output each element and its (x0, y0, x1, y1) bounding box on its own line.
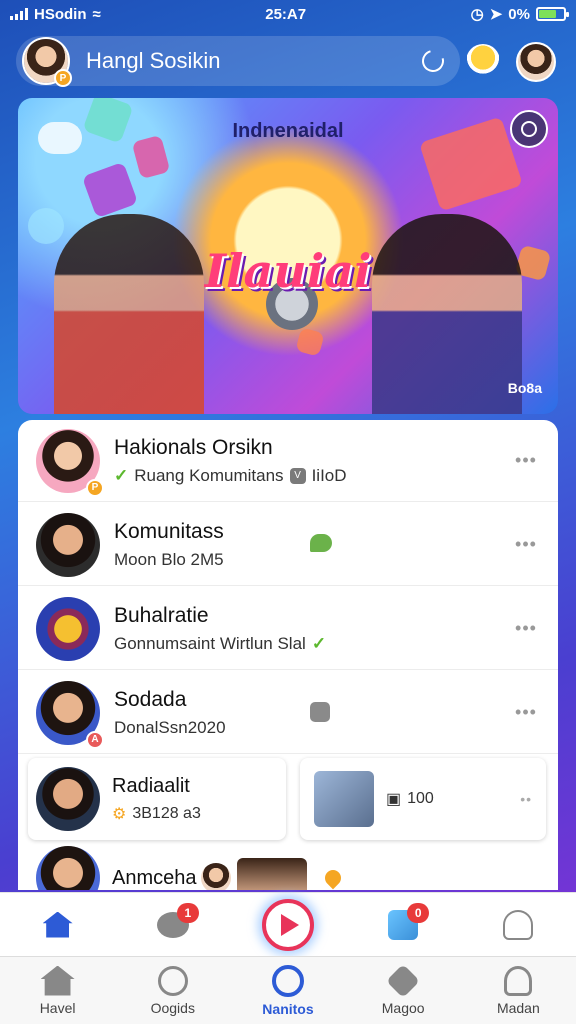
tab-label: Madan (496, 999, 540, 1016)
chat-count-badge: 1 (176, 902, 199, 923)
music-count-badge: 0 (407, 902, 430, 923)
list-card-left[interactable]: Radiaalit ⚙ 3B128 a3 (28, 758, 286, 840)
walk-icon: ⚙ (112, 805, 127, 823)
list-title: Anmceha (112, 866, 197, 889)
hero-banner[interactable]: Indnenaidal Ilauiai Bo8a (18, 98, 558, 414)
list-subtitle: Ruang Komumitans (134, 465, 284, 485)
card-title: Radiaalit (112, 774, 190, 797)
carrier-name: HSodin (34, 5, 87, 23)
status-right: ◷ ➤ 0% (470, 5, 569, 23)
chat-button[interactable]: 1 (143, 897, 203, 953)
tab-home[interactable]: Havel (13, 965, 103, 1016)
user-avatar[interactable]: P (22, 37, 72, 87)
list-item[interactable]: P Hakionals Orsikn ✓ Ruang Komumitans V … (18, 420, 558, 502)
clock-icon: ◷ (470, 6, 484, 23)
status-left: HSodin ≈ (10, 6, 101, 23)
list-item[interactable]: A Sodada DonalSsn2020 ••• (18, 672, 558, 754)
more-icon[interactable]: ••• (506, 702, 546, 723)
avatar-badge: A (86, 730, 104, 749)
list-subtitle: Moon Blo 2M5 (114, 549, 224, 569)
list-subtitle: DonalSsn2020 (114, 717, 226, 737)
shield-icon (310, 702, 330, 722)
bulb-icon[interactable] (466, 44, 500, 78)
profile-avatar[interactable] (516, 42, 556, 82)
tab-map[interactable]: Magoo (358, 963, 448, 1016)
home-icon (42, 911, 73, 938)
more-icon[interactable]: ••• (506, 618, 546, 639)
doc-icon: ▣ (386, 791, 402, 808)
more-icon[interactable]: •• (520, 791, 532, 807)
tab-bar: Havel Oogids Nanitos Magoo Madan (0, 956, 576, 1024)
location-arrow-icon: ➤ (489, 6, 503, 23)
list-subtitle: Gonnumsaint Wirtlun Slal (114, 633, 306, 653)
header-bar[interactable]: P Hangl Sosikin (16, 36, 460, 87)
list-avatar (36, 512, 100, 577)
chat-bubble-icon (310, 534, 332, 552)
status-bar: HSodin ≈ 25:A7 ◷ ➤ 0% (0, 0, 576, 28)
hero-subtitle: Indnenaidal (232, 120, 344, 142)
card-thumbnail (314, 771, 374, 827)
list-item[interactable]: Buhalratie Gonnumsaint Wirtlun Slal ✓ ••… (18, 588, 558, 670)
tab-label: Nanitos (262, 1000, 314, 1017)
decoration-shape (81, 161, 139, 219)
tab-label: Havel (39, 999, 76, 1016)
battery-icon (535, 7, 569, 21)
wifi-icon: ≈ (92, 5, 101, 23)
profile-button[interactable] (488, 897, 548, 953)
more-icon[interactable]: ••• (506, 534, 546, 555)
hero-people-left (54, 214, 204, 414)
search-icon (157, 965, 188, 996)
verified-icon: ✓ (114, 465, 129, 485)
tab-profile[interactable]: Madan (473, 965, 563, 1016)
header-title: Hangl Sosikin (86, 48, 221, 73)
bottom-actions: 1 0 (0, 892, 576, 956)
mini-avatar (200, 863, 231, 890)
location-icon (321, 866, 344, 890)
hero-people-right (372, 214, 522, 414)
list-subtitle-tail: IiIoD (311, 465, 347, 485)
map-icon (386, 963, 421, 998)
bubble-decoration (28, 208, 64, 244)
list-title: Hakionals Orsikn (114, 435, 273, 459)
header: P Hangl Sosikin (0, 30, 576, 96)
card-subtitle: 100 (407, 790, 434, 807)
list-title: Buhalratie (114, 603, 209, 627)
status-time: 25:A7 (265, 5, 307, 23)
hero-action-icon[interactable] (510, 110, 548, 148)
avatar-status-badge: P (54, 69, 72, 87)
play-button[interactable] (258, 897, 318, 953)
battery-percent: 0% (508, 5, 530, 23)
signal-icon (10, 8, 28, 20)
list-item[interactable]: Anmceha (18, 846, 558, 890)
card-avatar (36, 767, 100, 831)
music-button[interactable]: 0 (373, 897, 433, 953)
user-icon (504, 965, 533, 996)
tab-label: Magoo (381, 999, 425, 1016)
user-icon (503, 909, 534, 940)
list-avatar: P (36, 428, 104, 497)
home-icon (40, 965, 75, 996)
avatar-badge: P (86, 478, 104, 497)
list-avatar (36, 596, 100, 661)
more-icon[interactable]: ••• (506, 450, 546, 471)
home-button[interactable] (28, 897, 88, 953)
decoration-shape (295, 327, 325, 357)
tab-search[interactable]: Oogids (128, 965, 218, 1016)
search-icon (271, 964, 304, 997)
refresh-icon[interactable] (417, 45, 449, 77)
card-subtitle: 3B128 a3 (132, 804, 201, 822)
play-icon (280, 913, 299, 936)
list-avatar (36, 846, 100, 890)
shield-icon: V (289, 467, 306, 484)
thumbnail (236, 858, 307, 890)
verified-icon: ✓ (311, 633, 327, 653)
list-avatar: A (36, 680, 104, 749)
hero-corner-text: Bo8a (507, 380, 542, 396)
list-item[interactable]: Komunitass Moon Blo 2M5 ••• (18, 504, 558, 586)
tab-discover[interactable]: Nanitos (243, 964, 333, 1017)
tab-label: Oogids (150, 999, 195, 1016)
list-card-right[interactable]: ▣ 100 •• (300, 758, 546, 840)
community-list: P Hakionals Orsikn ✓ Ruang Komumitans V … (18, 420, 558, 890)
